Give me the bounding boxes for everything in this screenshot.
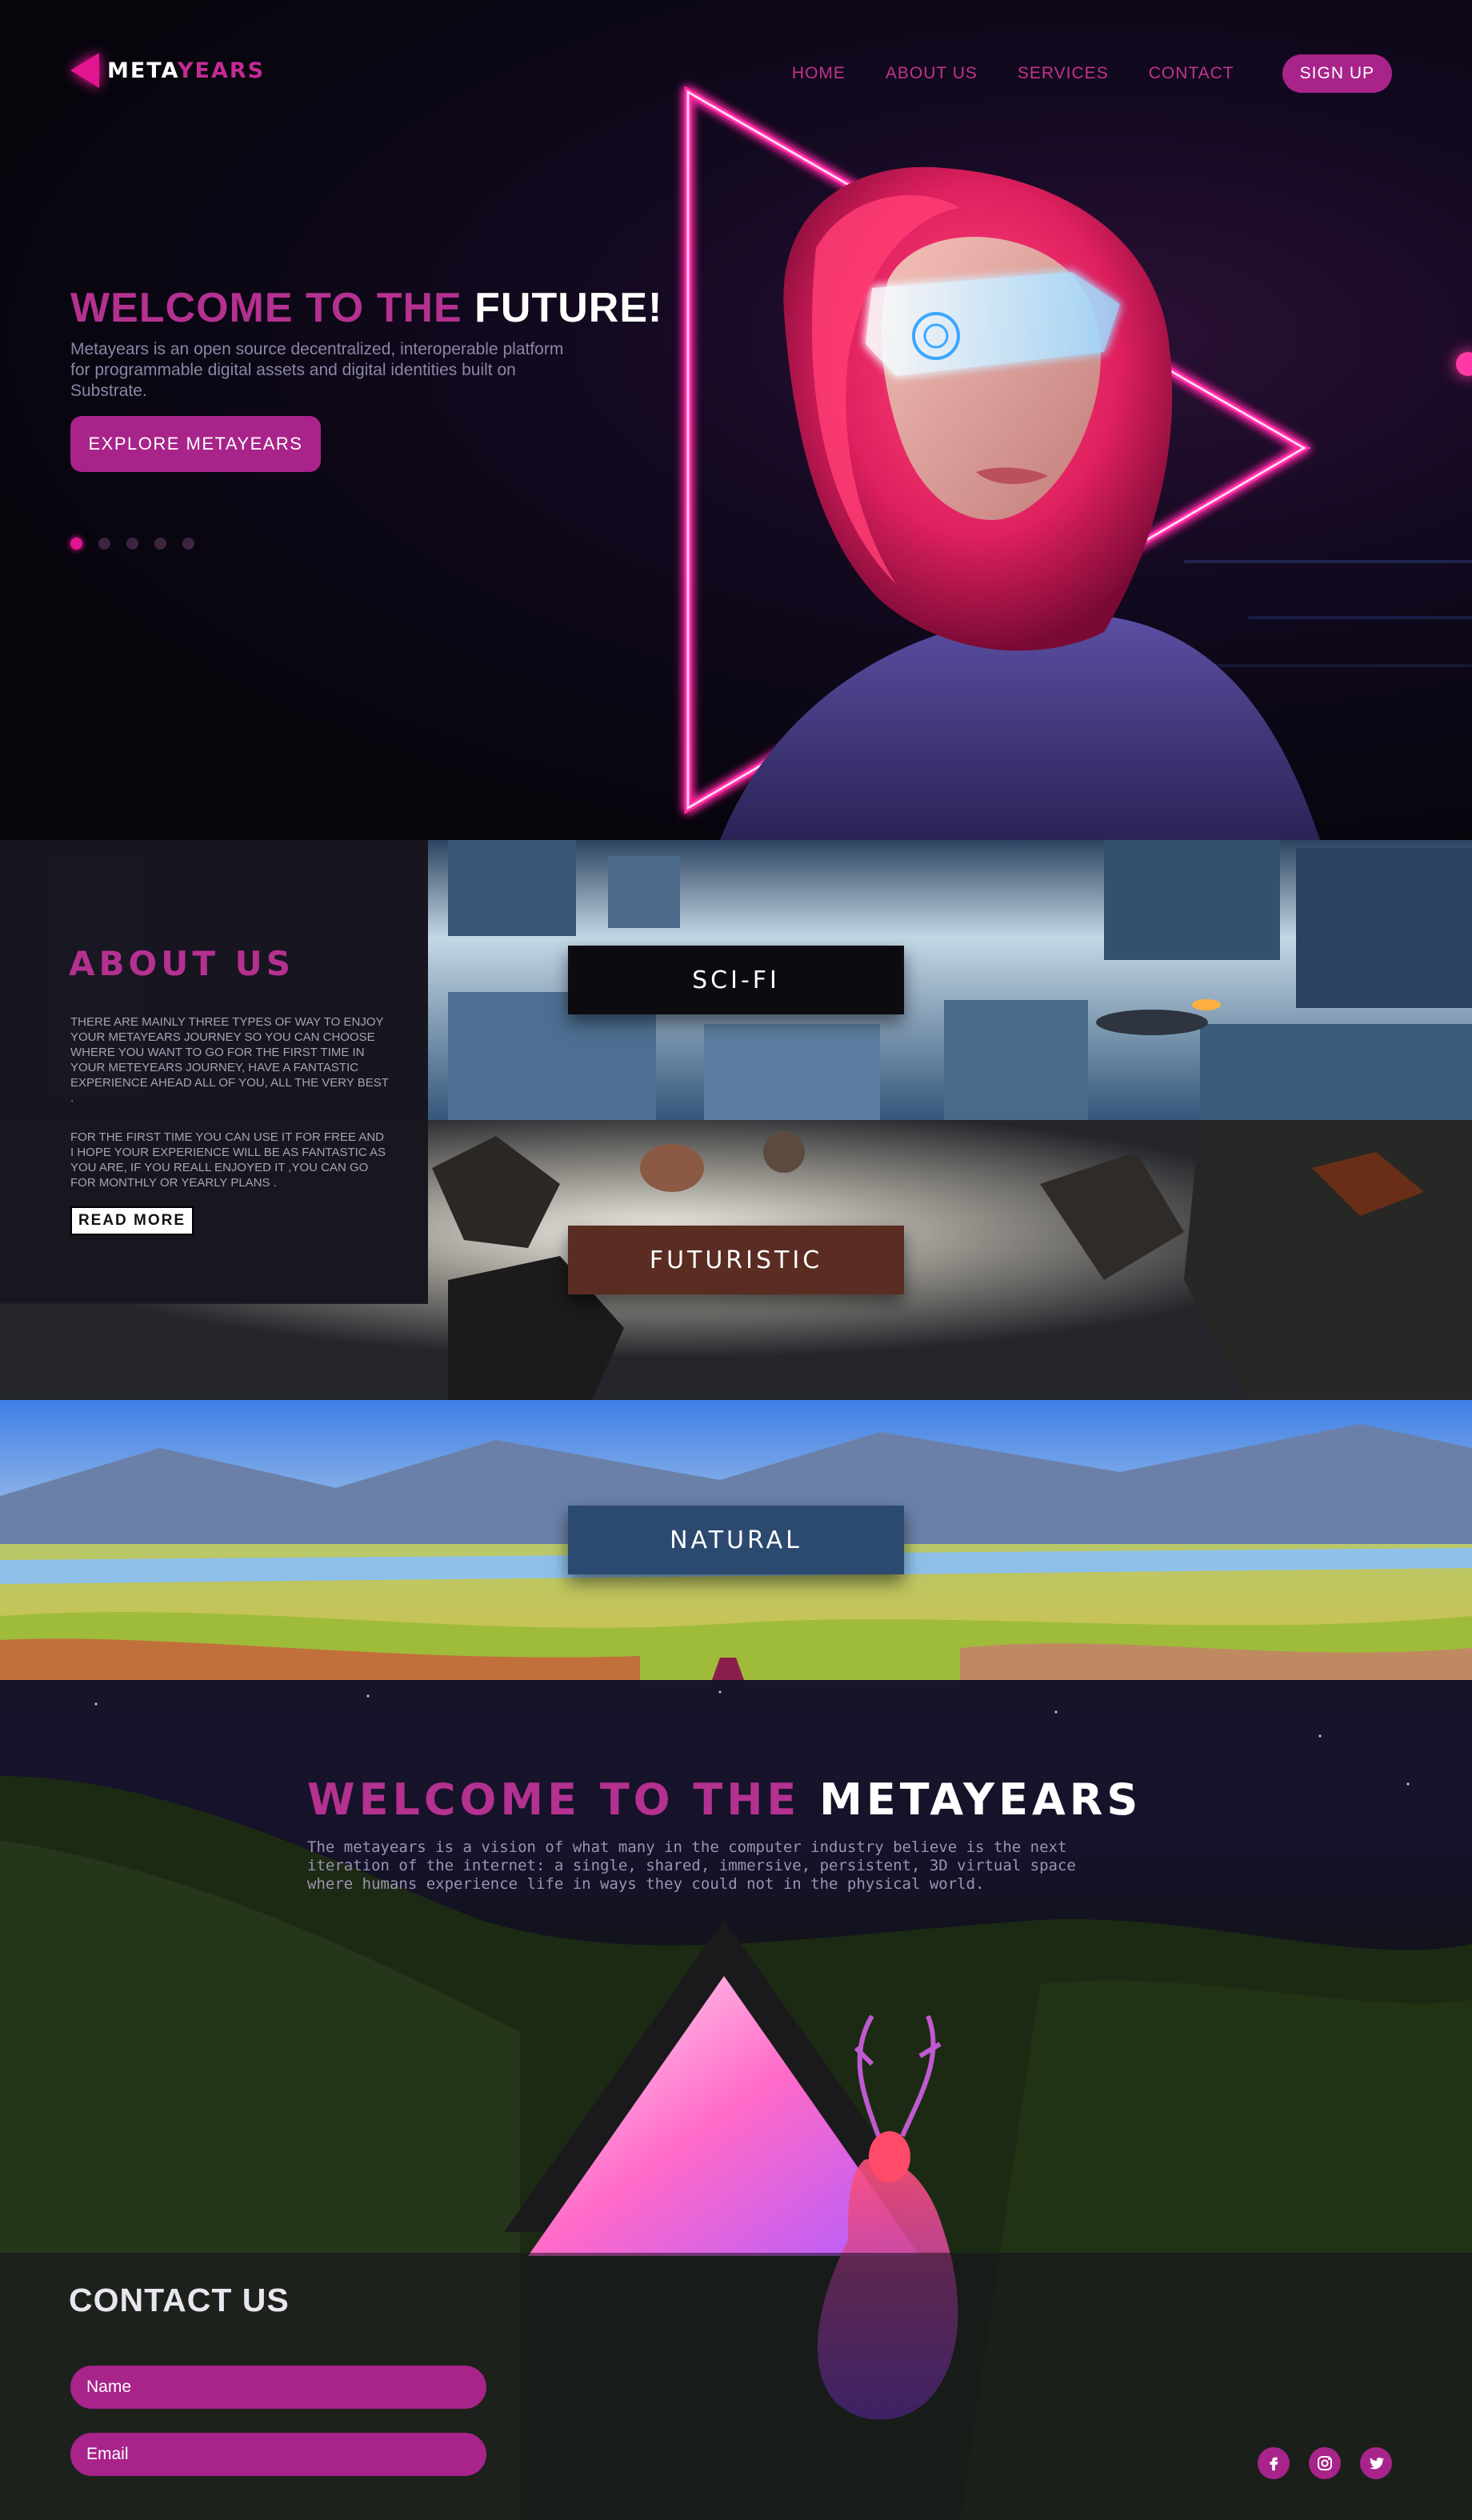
social-links	[1258, 2447, 1392, 2479]
hero-illustration	[684, 86, 1320, 840]
slider-dots	[70, 538, 194, 550]
slide-dot-4[interactable]	[154, 538, 166, 550]
email-field[interactable]	[70, 2433, 486, 2476]
welcome-title: WELCOME TO THE METAYEARS	[307, 1774, 1142, 1825]
genre-natural-button[interactable]: NATURAL	[568, 1506, 904, 1574]
logo-part-1: META	[107, 58, 178, 83]
slide-dot-2[interactable]	[98, 538, 110, 550]
twitter-icon[interactable]	[1360, 2447, 1392, 2479]
slide-dot-3[interactable]	[126, 538, 138, 550]
slide-dot-5[interactable]	[182, 538, 194, 550]
logo-wordmark: METAYEARS	[107, 58, 265, 83]
slide-dot-1[interactable]	[70, 538, 82, 550]
logo-part-2: YEARS	[177, 58, 266, 83]
facebook-icon[interactable]	[1258, 2447, 1290, 2479]
hero-title-part-2: FUTURE!	[474, 285, 663, 331]
logo[interactable]: METAYEARS	[70, 53, 265, 88]
main-nav: HOME ABOUT US SERVICES CONTACT SIGN UP	[792, 54, 1392, 93]
natural-strip: NATURAL	[0, 1400, 1472, 1680]
sign-up-button[interactable]: SIGN UP	[1282, 54, 1392, 93]
hero-title-part-1: WELCOME TO THE	[70, 285, 475, 331]
nav-contact[interactable]: CONTACT	[1149, 64, 1234, 83]
about-paragraph-2: For the first time you can use it for fr…	[70, 1130, 386, 1190]
welcome-title-part-2: METAYEARS	[819, 1774, 1142, 1825]
read-more-button[interactable]: READ MORE	[70, 1206, 194, 1235]
welcome-title-part-1: WELCOME TO THE	[307, 1774, 820, 1825]
nav-about-us[interactable]: ABOUT US	[886, 64, 978, 83]
about-title: ABOUT US	[69, 944, 294, 983]
nav-services[interactable]: SERVICES	[1018, 64, 1109, 83]
about-paragraph-1: There are mainly three types of way to e…	[70, 1015, 389, 1105]
contact-title: CONTACT US	[69, 2282, 290, 2318]
explore-button[interactable]: EXPLORE METAYEARS	[70, 416, 321, 472]
instagram-icon[interactable]	[1309, 2447, 1341, 2479]
hero-description: Metayears is an open source decentralize…	[70, 340, 564, 400]
name-field[interactable]	[70, 2366, 486, 2409]
play-triangle-icon	[70, 53, 99, 88]
welcome-description: The metayears is a vision of what many i…	[307, 1838, 1076, 1893]
nav-home[interactable]: HOME	[792, 64, 846, 83]
genre-futuristic-button[interactable]: FUTURISTIC	[568, 1226, 904, 1294]
hero-title: WELCOME TO THE FUTURE!	[70, 284, 662, 332]
genre-scifi-button[interactable]: SCI-FI	[568, 946, 904, 1014]
